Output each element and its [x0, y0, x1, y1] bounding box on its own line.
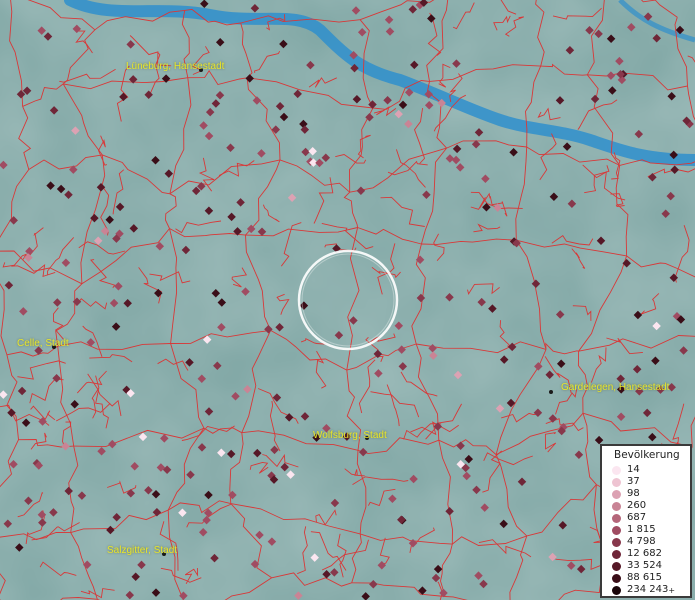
legend-entry: 88 615 [612, 572, 662, 584]
legend-entry: 37 [612, 476, 640, 488]
legend-label: 687 [627, 512, 647, 523]
legend-entry: 687 [612, 512, 646, 524]
legend-label: 1 815 [627, 524, 656, 535]
legend-label: 12 682 [627, 548, 662, 559]
legend-swatch [612, 525, 621, 535]
legend-swatch [612, 501, 621, 511]
legend-swatch [612, 549, 621, 559]
legend-swatch [612, 465, 621, 475]
legend-swatch [612, 573, 621, 583]
terrain-texture [0, 0, 695, 600]
map-canvas[interactable] [0, 0, 695, 600]
legend-label: 4 798 [627, 536, 656, 547]
legend-label: 234 243 [627, 584, 669, 595]
legend-entry: 1 815 [612, 524, 656, 536]
legend-entry: 260 [612, 500, 646, 512]
legend-label: 98 [627, 488, 640, 499]
city-label-salzgitter[interactable]: Salzgitter, Stadt [107, 545, 177, 556]
city-label-gardelegen[interactable]: Gardelegen, Hansestadt [561, 382, 669, 393]
population-legend: Bevölkerung 14 37 98 260 687 1 815 4 798 12 682… [600, 444, 692, 598]
legend-entry: 12 682 [612, 548, 662, 560]
legend-swatch [612, 513, 621, 523]
city-label-celle[interactable]: Celle, Stadt [17, 338, 69, 349]
legend-entry: 33 524 [612, 560, 662, 572]
map-view[interactable]: Lüneburg, Hansestadt Celle, Stadt Gardel… [0, 0, 695, 600]
city-marker-gardelegen [549, 390, 553, 394]
legend-swatch [612, 537, 621, 547]
city-label-wolfsburg[interactable]: Wolfsburg, Stadt [313, 430, 387, 441]
legend-label: 260 [627, 500, 647, 511]
legend-label: 14 [627, 464, 640, 475]
legend-label-suffix: + [668, 585, 676, 595]
legend-label: 33 524 [627, 560, 662, 571]
legend-title: Bevölkerung [614, 449, 680, 461]
legend-swatch [612, 477, 621, 487]
legend-entry: 234 243 + [612, 584, 675, 596]
legend-label: 37 [627, 476, 640, 487]
legend-entry: 98 [612, 488, 640, 500]
legend-swatch [612, 561, 621, 571]
legend-swatch [612, 489, 621, 499]
legend-entry: 14 [612, 464, 640, 476]
legend-entry: 4 798 [612, 536, 656, 548]
legend-label: 88 615 [627, 572, 662, 583]
city-label-lueneburg[interactable]: Lüneburg, Hansestadt [126, 61, 224, 72]
legend-swatch [612, 585, 621, 595]
